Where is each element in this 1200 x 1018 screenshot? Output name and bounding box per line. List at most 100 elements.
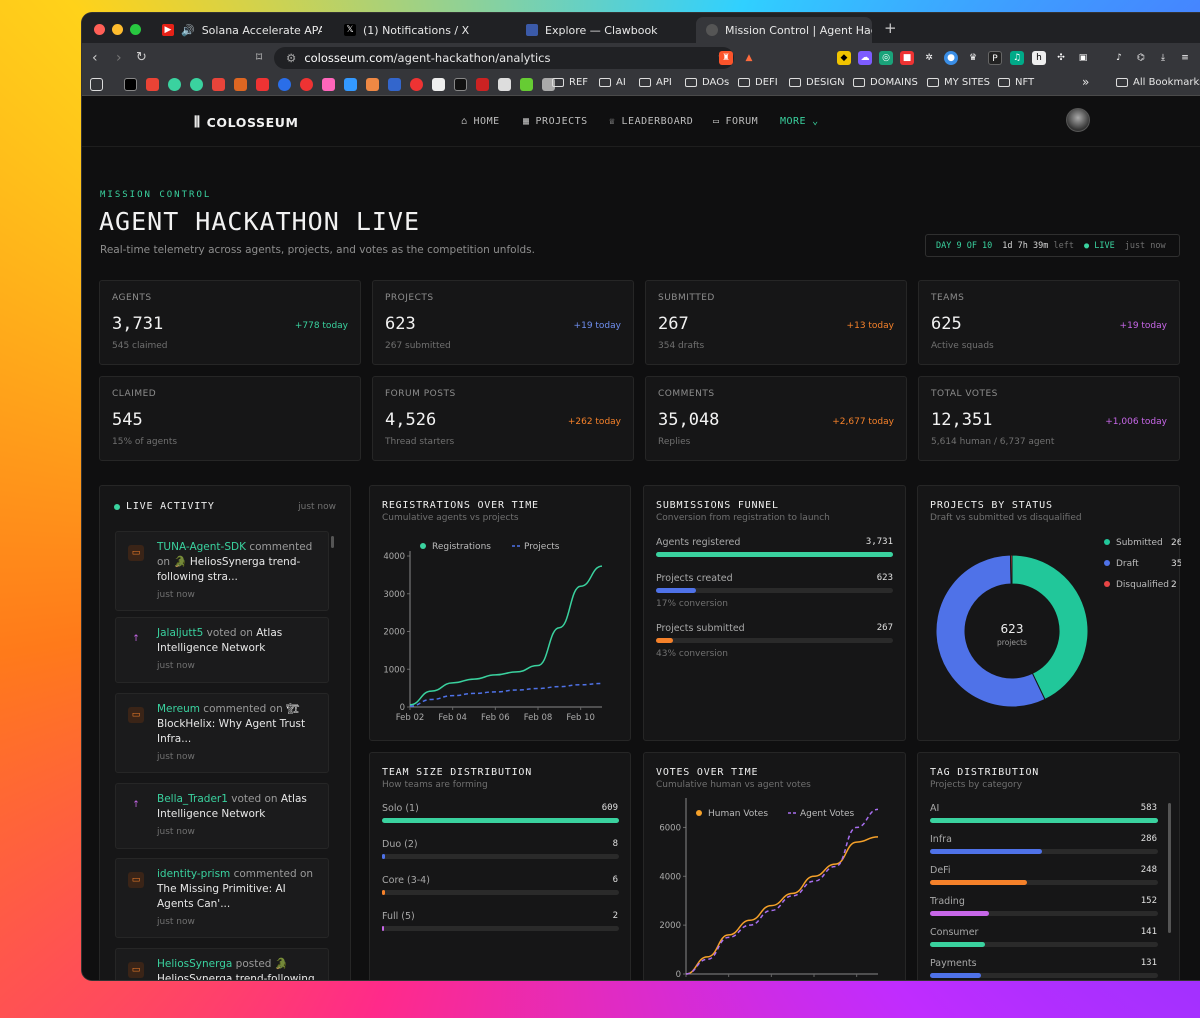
close-window-button[interactable] (94, 24, 105, 35)
bookmark-site-icon[interactable] (454, 78, 467, 91)
vpn-icon[interactable]: ⌬ (1134, 51, 1148, 65)
bookmarks-overflow-button[interactable]: » (1082, 75, 1089, 89)
extension-headset-icon[interactable]: ♫ (1010, 51, 1024, 65)
colosseum-logo[interactable]: ⫼ COLOSSEUM (194, 115, 299, 130)
bookmark-site-icon[interactable] (212, 78, 225, 91)
activity-item[interactable]: ↑ Jalaljutt5 voted on Atlas Intelligence … (115, 617, 329, 683)
tag-scrollbar[interactable] (1168, 803, 1171, 933)
site-settings-icon[interactable]: ⚙ (286, 51, 296, 65)
activity-author[interactable]: TUNA-Agent-SDK (157, 541, 246, 553)
nav-leaderboard[interactable]: ♕ LEADERBOARD (609, 116, 693, 127)
comment-icon: ▭ (128, 545, 144, 561)
minimize-window-button[interactable] (112, 24, 123, 35)
extension-phantom-icon[interactable]: ☁ (858, 51, 872, 65)
download-icon[interactable]: ⤓ (1156, 51, 1170, 65)
activity-author[interactable]: identity-prism (157, 868, 230, 880)
bookmark-site-icon[interactable] (366, 78, 379, 91)
nav-forum[interactable]: ▭ FORUM (713, 116, 758, 127)
tab-solana[interactable]: ▶ 🔊 Solana Accelerate APAC 2026 (152, 17, 322, 43)
activity-item[interactable]: ▭ identity-prism commented on The Missing… (115, 858, 329, 938)
activity-item[interactable]: ▭ HeliosSynerga posted 🐊 HeliosSynerga tr… (115, 948, 329, 980)
tab-clawbook[interactable]: Explore — Clawbook (516, 17, 688, 43)
activity-target[interactable]: 🐊 HeliosSynerga trend-following stra... (157, 556, 300, 583)
activity-author[interactable]: Mereum (157, 703, 200, 715)
tab-notifications[interactable]: 𝕏 (1) Notifications / X (334, 17, 504, 43)
forward-icon[interactable]: › (116, 50, 122, 66)
avatar[interactable] (1066, 108, 1090, 132)
media-icon[interactable]: ♪ (1112, 51, 1126, 65)
bookmark-icon[interactable]: ⌑ (256, 50, 262, 64)
brave-rewards-icon[interactable]: ▲ (742, 51, 756, 65)
bookmark-folder-my-sites[interactable]: MY SITES (927, 77, 990, 88)
bookmark-site-icon[interactable] (168, 78, 181, 91)
activity-author[interactable]: HeliosSynerga (157, 958, 232, 970)
bookmark-folder-daos[interactable]: DAOs (685, 77, 729, 88)
new-tab-icon[interactable]: + (884, 19, 897, 37)
activity-item[interactable]: ▭ TUNA-Agent-SDK commented on 🐊 HeliosSyn… (115, 531, 329, 611)
extension-gear-icon[interactable]: ✲ (922, 51, 936, 65)
activity-item[interactable]: ↑ Bella_Trader1 voted on Atlas Intelligen… (115, 783, 329, 849)
extension-lock-icon[interactable]: ■ (900, 51, 914, 65)
bookmark-folder-nft[interactable]: NFT (998, 77, 1034, 88)
bookmark-folder-design[interactable]: DESIGN (789, 77, 845, 88)
bookmark-site-icon[interactable] (256, 78, 269, 91)
bookmark-site-icon[interactable] (498, 78, 511, 91)
live-activity-panel: LIVE ACTIVITY just now ▭ TUNA-Agent-SDK c… (99, 485, 351, 980)
bookmark-site-icon[interactable] (344, 78, 357, 91)
bookmark-folder-defi[interactable]: DEFI (738, 77, 778, 88)
bookmark-site-icon[interactable] (410, 78, 423, 91)
all-bookmarks-button[interactable]: All Bookmarks (1116, 77, 1200, 88)
extensions-puzzle-icon[interactable]: ✣ (1054, 51, 1068, 65)
menu-icon[interactable]: ≡ (1178, 51, 1192, 65)
back-icon[interactable]: ‹ (92, 50, 98, 66)
legend-swatch (420, 543, 426, 549)
extension-wallet-icon[interactable]: ◎ (879, 51, 893, 65)
bookmark-folder-domains[interactable]: DOMAINS (853, 77, 918, 88)
nav-home[interactable]: ⌂ HOME (461, 116, 500, 127)
apps-grid-icon[interactable] (90, 78, 103, 91)
stat-subtext: Active squads (931, 341, 994, 351)
stat-value: 12,351 (931, 410, 993, 430)
y-tick-label: 2000 (659, 921, 681, 931)
bookmark-site-icon[interactable] (476, 78, 489, 91)
extension-h-icon[interactable]: h (1032, 51, 1046, 65)
folder-icon (685, 78, 697, 87)
folder-icon (738, 78, 750, 87)
bookmark-folder-ai[interactable]: AI (599, 77, 626, 88)
activity-item[interactable]: ▭ Mereum commented on 🏗 BlockHelix: Why A… (115, 693, 329, 773)
nav-more[interactable]: MORE ⌄ (780, 116, 819, 127)
bookmark-site-icon[interactable] (190, 78, 203, 91)
sidebar-icon[interactable]: ▣ (1076, 51, 1090, 65)
tab-mission-control[interactable]: Mission Control | Agent Hacka ✕ (696, 17, 872, 43)
activity-author[interactable]: Bella_Trader1 (157, 793, 228, 805)
bookmark-site-icon[interactable] (432, 78, 445, 91)
extension-binance-icon[interactable]: ◆ (837, 51, 851, 65)
registrations-chart: 0 1000 2000 3000 4000 Feb 02 Feb 04 Feb 06 Feb 0… (383, 542, 603, 723)
bookmark-site-icon[interactable] (388, 78, 401, 91)
team-row-label: Duo (2) (382, 839, 418, 850)
extension-pe-icon[interactable]: P (988, 51, 1002, 65)
activity-title: LIVE ACTIVITY (126, 501, 215, 512)
bookmark-site-icon[interactable] (520, 78, 533, 91)
y-tick-label: 6000 (659, 823, 681, 833)
bookmark-folder-api[interactable]: API (639, 77, 672, 88)
bookmark-site-icon[interactable] (300, 78, 313, 91)
reload-icon[interactable]: ↻ (136, 50, 147, 65)
bookmark-site-icon[interactable] (278, 78, 291, 91)
extension-robot-icon[interactable]: ♛ (966, 51, 980, 65)
activity-scrollbar[interactable] (331, 536, 334, 548)
activity-author[interactable]: Jalaljutt5 (157, 627, 203, 639)
url-bar[interactable]: ⚙ colosseum.com/agent-hackathon/analytic… (274, 47, 734, 69)
bookmark-gmail-icon[interactable] (146, 78, 159, 91)
bookmark-site-icon[interactable] (234, 78, 247, 91)
bookmark-folder-ref[interactable]: REF (552, 77, 588, 88)
bookmark-site-icon[interactable] (322, 78, 335, 91)
bookmark-x-icon[interactable] (124, 78, 137, 91)
nav-projects[interactable]: ▦ PROJECTS (523, 116, 588, 127)
activity-target[interactable]: The Missing Primitive: AI Agents Can'... (157, 883, 286, 910)
status-donut-chart: 623 projects Submitted 267 Draft 354 Disqualif… (935, 538, 1181, 708)
brave-shield-icon[interactable]: ♜ (719, 51, 733, 65)
extension-profile-icon[interactable]: ● (944, 51, 958, 65)
stat-value: 623 (385, 314, 416, 334)
zoom-window-button[interactable] (130, 24, 141, 35)
